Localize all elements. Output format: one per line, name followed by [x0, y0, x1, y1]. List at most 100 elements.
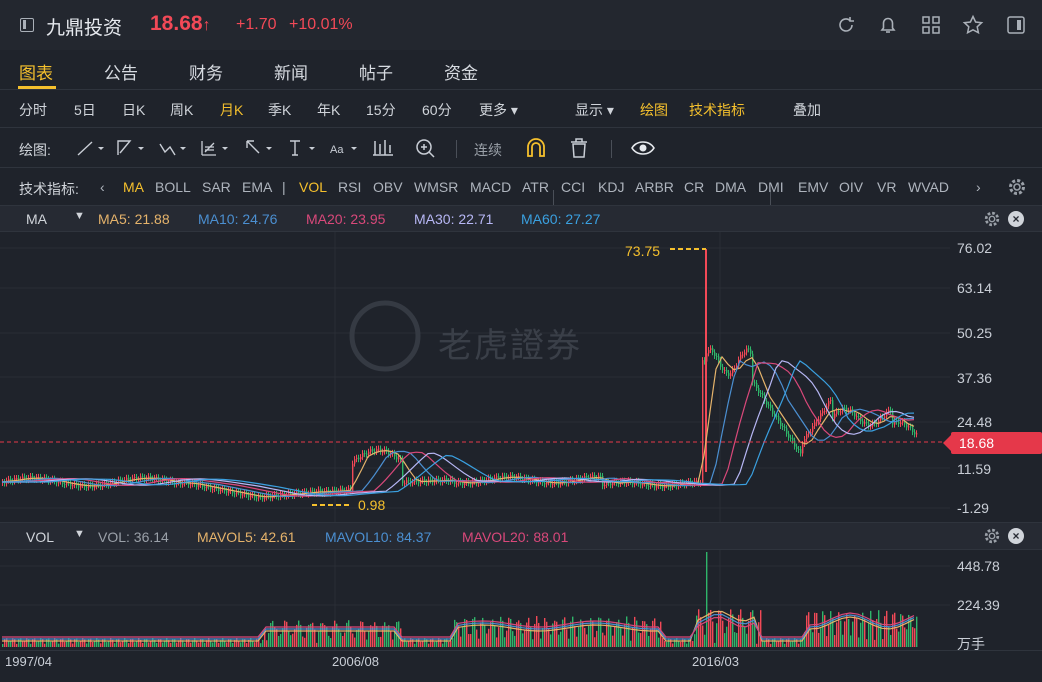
- indicator-sar[interactable]: SAR: [202, 179, 231, 195]
- period-monthly[interactable]: 月K: [220, 100, 243, 120]
- candle: [8, 478, 10, 481]
- ma10-value: MA10: 24.76: [198, 211, 278, 227]
- text-tool-icon[interactable]: [287, 138, 317, 158]
- volume-bar: [2, 644, 4, 647]
- volume-bar: [566, 629, 568, 647]
- vol-close-icon[interactable]: ×: [1008, 528, 1024, 544]
- period-15min[interactable]: 15分: [366, 100, 396, 120]
- tab-chart[interactable]: 图表: [19, 59, 53, 84]
- period-60min[interactable]: 60分: [422, 100, 452, 120]
- volume-bar: [352, 633, 354, 647]
- period-more-dropdown[interactable]: 更多 ▾: [479, 100, 518, 120]
- display-dropdown[interactable]: 显示 ▾: [575, 100, 614, 120]
- candle: [378, 448, 380, 450]
- volume-bar: [476, 629, 478, 647]
- tab-posts[interactable]: 帖子: [359, 59, 393, 84]
- period-weekly[interactable]: 周K: [170, 100, 193, 120]
- draw-toggle[interactable]: 绘图: [640, 100, 668, 120]
- period-yearly[interactable]: 年K: [317, 100, 340, 120]
- vol-panel-dropdown-icon[interactable]: ▼: [74, 528, 85, 540]
- arrow-tool-icon[interactable]: [244, 138, 274, 158]
- indicator-ema[interactable]: EMA: [242, 179, 272, 195]
- grid-icon[interactable]: [920, 14, 942, 36]
- candle: [444, 478, 446, 481]
- eye-icon[interactable]: [631, 138, 661, 158]
- indicator-macd[interactable]: MACD: [470, 179, 511, 195]
- indicators-toggle[interactable]: 技术指标: [689, 100, 745, 120]
- volume-bar: [868, 622, 870, 647]
- candle-style-icon[interactable]: [372, 138, 402, 158]
- tab-financials[interactable]: 财务: [189, 59, 223, 84]
- volume-chart[interactable]: [0, 550, 950, 650]
- volume-bar: [38, 641, 40, 647]
- watermark-text: 老虎證券: [438, 327, 582, 365]
- indicators-scroll-right-icon[interactable]: ›: [976, 179, 981, 195]
- overlay-button[interactable]: 叠加: [793, 100, 821, 120]
- wave-tool-icon[interactable]: [158, 138, 188, 158]
- indicator-vol[interactable]: VOL: [299, 179, 327, 195]
- tab-news[interactable]: 新闻: [274, 59, 308, 84]
- period-daily[interactable]: 日K: [122, 100, 145, 120]
- candle: [910, 426, 912, 428]
- indicator-cr[interactable]: CR: [684, 179, 704, 195]
- period-quarterly[interactable]: 季K: [268, 100, 291, 120]
- magnet-icon[interactable]: [525, 138, 555, 158]
- line-tool-icon[interactable]: [76, 138, 106, 158]
- stock-price: 18.68↑: [150, 12, 211, 35]
- volume-bar: [896, 628, 898, 647]
- candle: [610, 483, 612, 486]
- indicator-arbr[interactable]: ARBR: [635, 179, 674, 195]
- period-5day[interactable]: 5日: [74, 100, 96, 120]
- volume-bar: [362, 622, 364, 647]
- font-size-icon[interactable]: Aa: [329, 138, 359, 158]
- indicator-atr[interactable]: ATR: [522, 179, 549, 195]
- indicator-dma[interactable]: DMA: [715, 179, 746, 195]
- indicator-rsi[interactable]: RSI: [338, 179, 361, 195]
- period-intraday[interactable]: 分时: [19, 100, 47, 120]
- tab-capital[interactable]: 资金: [444, 59, 478, 84]
- ma-panel-dropdown-icon[interactable]: ▼: [74, 210, 85, 222]
- zoom-in-icon[interactable]: [413, 138, 443, 158]
- volume-bar: [214, 638, 216, 647]
- mavol5-value: MAVOL5: 42.61: [197, 529, 296, 545]
- panel-toggle-icon[interactable]: [1005, 14, 1027, 36]
- indicators-scroll-left-icon[interactable]: ‹: [100, 179, 105, 195]
- price-chart[interactable]: [0, 232, 950, 522]
- indicator-obv[interactable]: OBV: [373, 179, 403, 195]
- indicator-cci[interactable]: CCI: [561, 179, 585, 195]
- candle: [814, 422, 816, 427]
- bell-icon[interactable]: [877, 14, 899, 36]
- volume-bar: [716, 623, 718, 647]
- indicator-boll[interactable]: BOLL: [155, 179, 191, 195]
- candle: [342, 488, 344, 491]
- candle: [712, 348, 714, 353]
- volume-bar: [874, 639, 876, 647]
- indicator-wvad[interactable]: WVAD: [908, 179, 949, 195]
- volume-bar: [128, 643, 130, 647]
- polyline-tool-icon[interactable]: [116, 138, 146, 158]
- indicator-kdj[interactable]: KDJ: [598, 179, 624, 195]
- candle: [866, 422, 868, 424]
- indicator-oiv[interactable]: OIV: [839, 179, 863, 195]
- indicator-vr[interactable]: VR: [877, 179, 896, 195]
- indicator-ma[interactable]: MA: [123, 179, 144, 195]
- star-icon[interactable]: [962, 14, 984, 36]
- ma-close-icon[interactable]: ×: [1008, 211, 1024, 227]
- price-axis-tick: -1.29: [957, 500, 989, 516]
- candle: [858, 416, 860, 418]
- indicator-emv[interactable]: EMV: [798, 179, 828, 195]
- fibonacci-tool-icon[interactable]: [200, 138, 230, 158]
- volume-bar: [736, 632, 738, 647]
- indicator-settings-gear-icon[interactable]: [1007, 177, 1027, 197]
- sidebar-toggle-icon[interactable]: [20, 18, 34, 32]
- trash-icon[interactable]: [568, 138, 598, 158]
- ma-line: [1, 355, 915, 498]
- vol-settings-gear-icon[interactable]: [983, 527, 1001, 545]
- volume-bar: [470, 634, 472, 647]
- indicator-wmsr[interactable]: WMSR: [414, 179, 458, 195]
- ma-settings-gear-icon[interactable]: [983, 210, 1001, 228]
- refresh-icon[interactable]: [835, 14, 857, 36]
- continuous-toggle[interactable]: 连续: [474, 140, 502, 160]
- tab-announcements[interactable]: 公告: [104, 59, 138, 84]
- indicator-dmi[interactable]: DMI: [758, 179, 784, 195]
